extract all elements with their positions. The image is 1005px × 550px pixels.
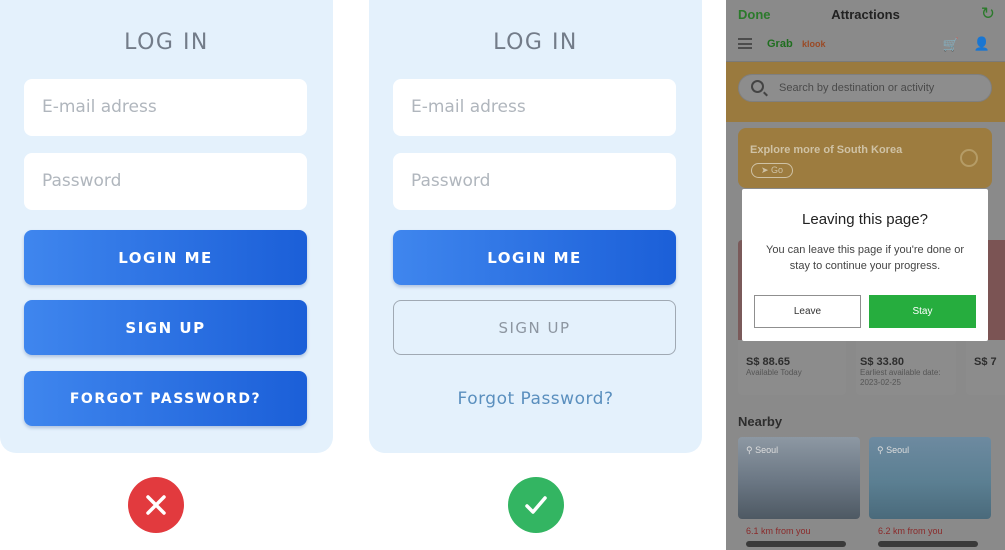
login-button[interactable]: LOGIN ME [393,230,676,285]
nearby-title-blurred [746,541,846,547]
search-input[interactable]: Search by destination or activity [738,74,992,102]
password-placeholder: Password [42,171,122,191]
email-field[interactable]: E-mail adress [24,79,307,136]
forgot-password-link[interactable]: Forgot Password? [369,389,702,409]
go-button[interactable]: ➤ Go [751,163,793,178]
nearby-heading: Nearby [738,414,783,429]
top-bar: Done Attractions ↻ [726,0,1005,29]
refresh-icon[interactable]: ↻ [981,4,995,24]
user-icon[interactable]: 👤 [974,36,990,52]
nearby-card-image[interactable]: ⚲ Seoul [738,437,860,519]
nearby-location-label: ⚲ Seoul [877,445,910,455]
leave-button[interactable]: Leave [754,295,861,328]
nearby-card-image[interactable]: ⚲ Seoul [869,437,991,519]
page-title: LOG IN [493,30,578,55]
product-price: S$ 88.65 [746,356,791,368]
login-card-good-example: LOG IN E-mail adress Password LOGIN ME S… [369,0,702,453]
password-field[interactable]: Password [24,153,307,210]
search-placeholder: Search by destination or activity [779,82,935,94]
stay-button[interactable]: Stay [869,295,976,328]
product-availability: Earliest available date: 2023-02-25 [860,368,941,387]
login-card-bad-example: LOG IN E-mail adress Password LOGIN ME S… [0,0,333,453]
comparison-image: LOG IN E-mail adress Password LOGIN ME S… [0,0,1005,550]
screen-title: Attractions [831,7,900,22]
grab-logo: Grab [767,38,793,50]
explore-banner-text: Explore more of South Korea [750,144,903,156]
check-icon [508,477,564,533]
login-button[interactable]: LOGIN ME [24,230,307,285]
page-title: LOG IN [124,30,209,55]
cart-icon[interactable]: 🛒 [943,37,959,53]
product-price: S$ 7 [974,356,997,368]
klook-logo: klook [802,39,826,49]
signup-button[interactable]: SIGN UP [393,300,676,355]
password-placeholder: Password [411,171,491,191]
email-placeholder: E-mail adress [42,97,157,117]
cross-icon [128,477,184,533]
signup-button[interactable]: SIGN UP [24,300,307,355]
leave-page-dialog: Leaving this page? You can leave this pa… [742,189,988,341]
password-field[interactable]: Password [393,153,676,210]
email-placeholder: E-mail adress [411,97,526,117]
product-availability: Available Today [746,368,802,377]
forgot-password-button[interactable]: FORGOT PASSWORD? [24,371,307,426]
location-pin-icon [960,149,978,167]
explore-banner[interactable]: Explore more of South Korea ➤ Go [738,128,992,188]
search-icon [751,80,764,93]
nearby-title-blurred [878,541,978,547]
dialog-title: Leaving this page? [802,211,928,228]
product-price: S$ 33.80 [860,356,905,368]
nearby-distance: 6.1 km from you [746,526,811,536]
nearby-location-label: ⚲ Seoul [746,445,779,455]
app-nav-bar: Grab klook 🛒 👤 [726,29,1005,62]
nearby-distance: 6.2 km from you [878,526,943,536]
menu-icon[interactable] [738,38,752,49]
dialog-message: You can leave this page if you're done o… [766,244,964,272]
email-field[interactable]: E-mail adress [393,79,676,136]
